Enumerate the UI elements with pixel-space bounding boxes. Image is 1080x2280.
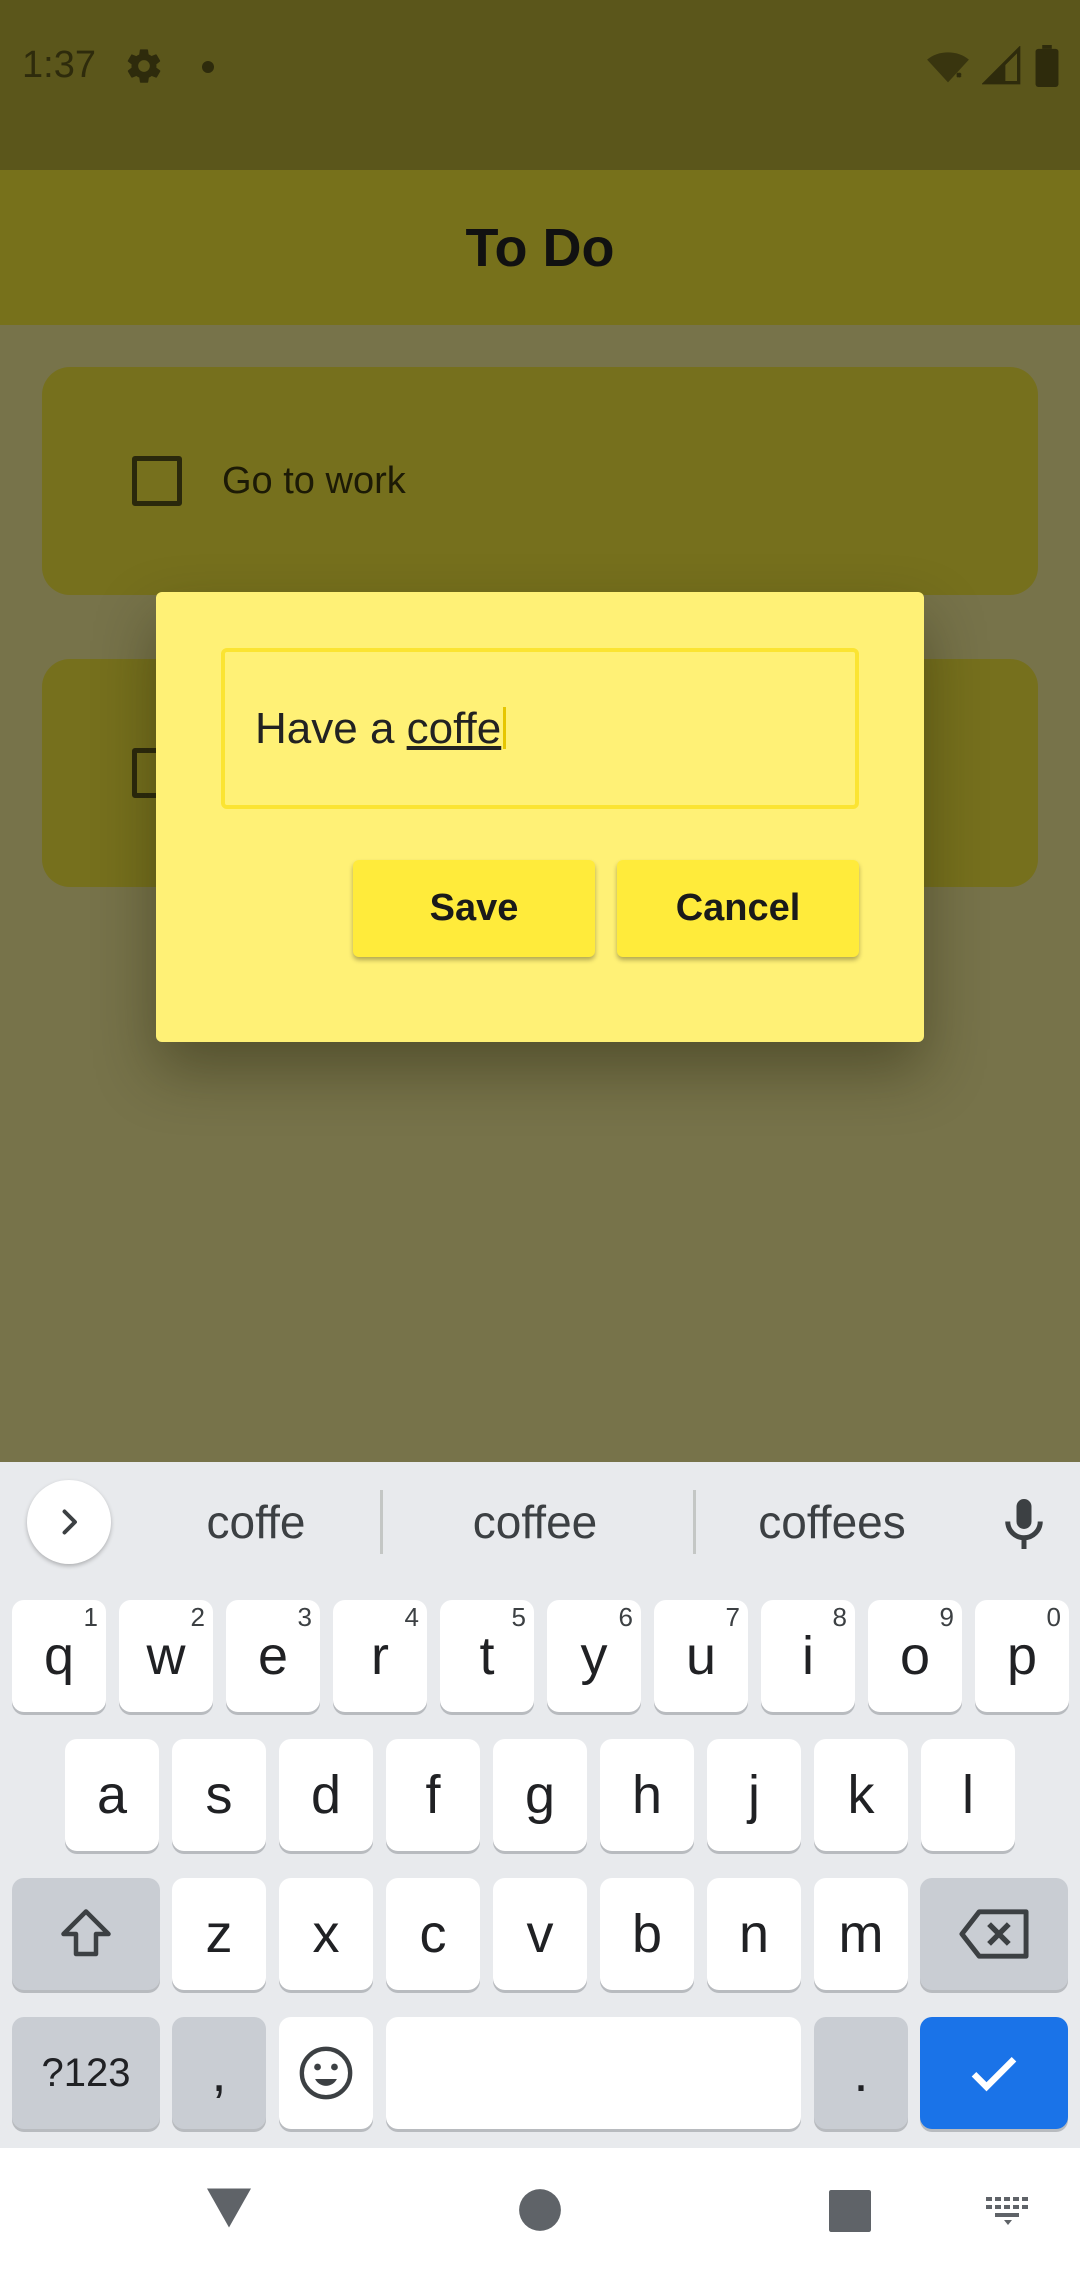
task-text-field[interactable]: Have a coffe — [221, 648, 859, 809]
status-time: 1:37 — [22, 44, 96, 86]
edit-task-dialog: Have a coffe Save Cancel — [156, 592, 924, 1042]
key-b[interactable]: b — [600, 1878, 694, 1990]
wifi-icon — [927, 52, 969, 83]
comma-key[interactable]: , — [172, 2017, 266, 2129]
signal-icon — [982, 46, 1021, 85]
suggestion-bar: coffe coffee coffees — [0, 1462, 1080, 1582]
suggestion-item[interactable]: coffees — [700, 1462, 964, 1582]
composing-text: coffe — [406, 704, 502, 753]
suggestion-item[interactable]: coffee — [390, 1462, 680, 1582]
shift-key[interactable] — [12, 1878, 160, 1990]
key-r[interactable]: r4 — [333, 1600, 427, 1712]
app-bar: To Do — [0, 170, 1080, 325]
text-caret — [503, 707, 507, 749]
task-card[interactable]: Go to work — [42, 367, 1038, 595]
suggestion-divider — [693, 1490, 696, 1554]
key-w[interactable]: w2 — [119, 1600, 213, 1712]
suggestion-divider — [380, 1490, 383, 1554]
enter-key[interactable] — [920, 2017, 1068, 2129]
key-h[interactable]: h — [600, 1739, 694, 1851]
status-icons — [926, 44, 1060, 88]
home-circle-icon[interactable] — [518, 2188, 562, 2232]
page-title: To Do — [465, 217, 615, 278]
key-m[interactable]: m — [814, 1878, 908, 1990]
key-n[interactable]: n — [707, 1878, 801, 1990]
system-nav-bar — [0, 2148, 1080, 2280]
emoji-icon — [299, 2046, 353, 2100]
key-c[interactable]: c — [386, 1878, 480, 1990]
key-o[interactable]: o9 — [868, 1600, 962, 1712]
space-key[interactable] — [386, 2017, 801, 2129]
key-z[interactable]: z — [172, 1878, 266, 1990]
emoji-key[interactable] — [279, 2017, 373, 2129]
key-u[interactable]: u7 — [654, 1600, 748, 1712]
chevron-right-icon — [62, 1509, 77, 1535]
key-e[interactable]: e3 — [226, 1600, 320, 1712]
shift-icon — [61, 1909, 111, 1957]
key-s[interactable]: s — [172, 1739, 266, 1851]
key-f[interactable]: f — [386, 1739, 480, 1851]
symbols-key[interactable]: ?123 — [12, 2017, 160, 2129]
backspace-key[interactable] — [920, 1878, 1068, 1990]
key-q[interactable]: q1 — [12, 1600, 106, 1712]
status-bar: 1:37 — [0, 0, 1080, 170]
key-t[interactable]: t5 — [440, 1600, 534, 1712]
key-a[interactable]: a — [65, 1739, 159, 1851]
task-label: Go to work — [222, 459, 406, 502]
notification-dot — [202, 61, 214, 73]
key-y[interactable]: y6 — [547, 1600, 641, 1712]
backspace-icon — [959, 1909, 1029, 1959]
battery-icon — [1035, 45, 1059, 87]
key-k[interactable]: k — [814, 1739, 908, 1851]
expand-toolbar-button[interactable] — [27, 1480, 111, 1564]
soft-keyboard: coffe coffee coffees q1 w2 e3 r4 t5 y6 u… — [0, 1462, 1080, 2148]
key-i[interactable]: i8 — [761, 1600, 855, 1712]
task-checkbox[interactable] — [132, 456, 182, 506]
key-p[interactable]: p0 — [975, 1600, 1069, 1712]
task-text-value: Have a coffe — [255, 704, 507, 754]
key-x[interactable]: x — [279, 1878, 373, 1990]
key-g[interactable]: g — [493, 1739, 587, 1851]
cancel-button[interactable]: Cancel — [617, 860, 859, 957]
recents-square-icon[interactable] — [828, 2190, 872, 2232]
settings-gear-icon — [127, 49, 161, 83]
key-v[interactable]: v — [493, 1878, 587, 1990]
save-button[interactable]: Save — [353, 860, 595, 957]
period-key[interactable]: . — [814, 2017, 908, 2129]
check-icon — [971, 2056, 1017, 2092]
mic-icon[interactable] — [994, 1494, 1054, 1554]
suggestion-item[interactable]: coffe — [130, 1462, 382, 1582]
back-triangle-icon[interactable] — [204, 2186, 254, 2230]
key-d[interactable]: d — [279, 1739, 373, 1851]
keyboard-switch-icon[interactable] — [986, 2196, 1030, 2226]
key-l[interactable]: l — [921, 1739, 1015, 1851]
key-j[interactable]: j — [707, 1739, 801, 1851]
